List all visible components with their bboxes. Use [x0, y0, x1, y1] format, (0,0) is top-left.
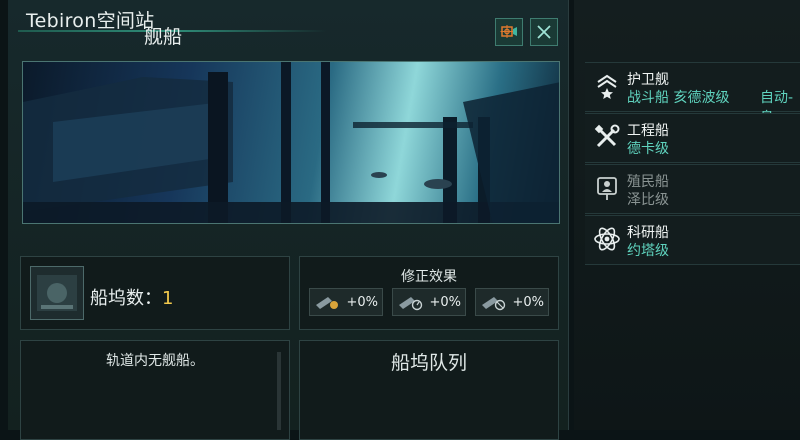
- ship-name: 科研船: [627, 225, 669, 241]
- atom-icon: [594, 227, 620, 251]
- close-x-icon: [537, 25, 551, 39]
- upkeep-modifier-icon: [482, 297, 506, 311]
- ship-item-science[interactable]: 科研船 约塔级: [585, 215, 800, 265]
- ship-name: 护卫舰: [627, 72, 669, 88]
- close-button[interactable]: [530, 18, 558, 46]
- camera-button[interactable]: [495, 18, 523, 46]
- ship-class: 战斗船 亥德波级: [627, 90, 730, 106]
- modifier-speed-value: +0%: [429, 294, 461, 310]
- ship-name: 工程船: [627, 123, 669, 139]
- rank-chevron-star-icon: [597, 74, 617, 99]
- tools-icon: [594, 124, 620, 148]
- modifier-cost[interactable]: +0%: [309, 288, 383, 316]
- modifiers-row: +0% +0% +0%: [309, 288, 558, 316]
- modifier-upkeep[interactable]: +0%: [475, 288, 549, 316]
- modifier-speed[interactable]: +0%: [392, 288, 466, 316]
- dock-count-row: 船坞数：1: [90, 284, 173, 310]
- ship-item-construction[interactable]: 工程船 德卡级: [585, 113, 800, 163]
- orbit-empty-message: 轨道内无舰船。: [106, 353, 204, 369]
- ship-class: 泽比级: [627, 192, 669, 208]
- queue-title: 船坞队列: [390, 352, 467, 374]
- ship-item-corvette[interactable]: 护卫舰 战斗船 亥德波级 自动-島: [585, 62, 800, 126]
- shipyard-icon: [37, 275, 77, 311]
- ship-item-colony[interactable]: 殖民船 泽比级: [585, 164, 800, 214]
- orbit-scrollbar[interactable]: [277, 352, 281, 430]
- starbase-banner-image: [22, 61, 560, 224]
- dock-count-label: 船坞数：: [90, 288, 162, 309]
- cost-modifier-icon: [316, 297, 338, 309]
- modifier-upkeep-value: +0%: [512, 294, 544, 310]
- page-title: Tebiron空间站: [26, 10, 155, 32]
- modifier-cost-value: +0%: [346, 294, 378, 310]
- colony-flag-icon: [597, 177, 617, 200]
- ship-name: 殖民船: [627, 174, 669, 190]
- camera-target-icon: [500, 25, 517, 38]
- dock-thumbnail: [30, 266, 84, 320]
- ship-class: 德卡级: [627, 141, 669, 157]
- speed-modifier-icon: [399, 297, 423, 311]
- ships-panel-title: 舰船: [144, 26, 183, 48]
- dock-count-value: 1: [162, 288, 174, 309]
- ship-class: 约塔级: [627, 243, 669, 259]
- modifiers-title: 修正效果: [401, 269, 457, 285]
